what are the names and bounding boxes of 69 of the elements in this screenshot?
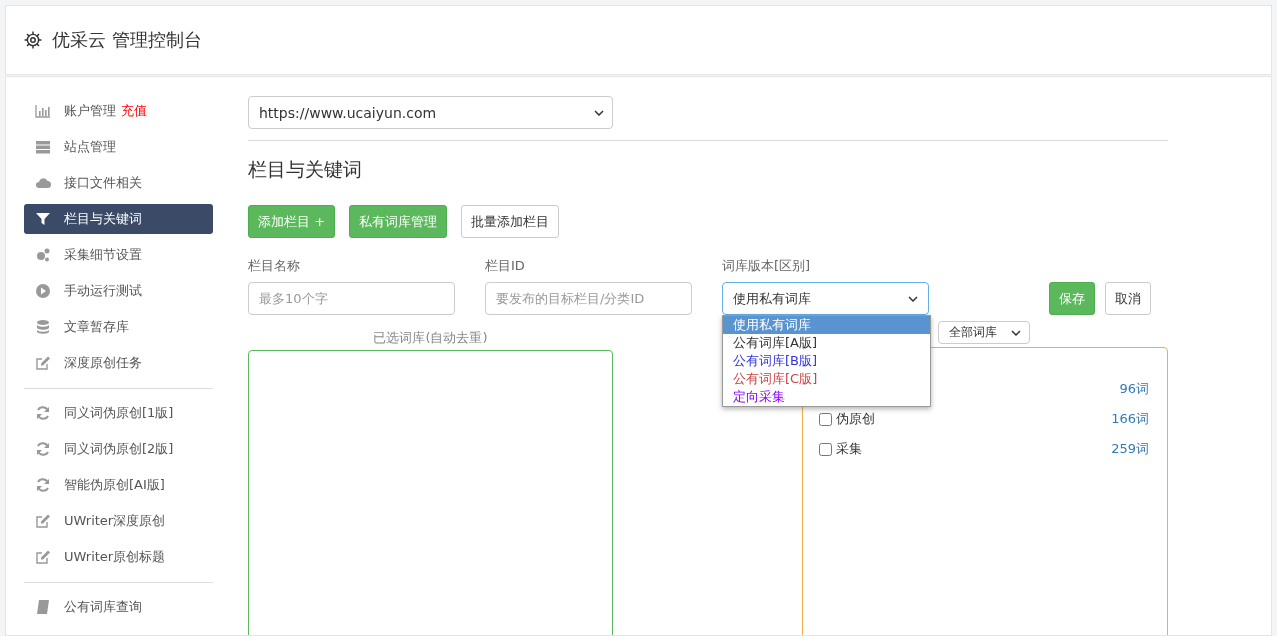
- sidebar-item[interactable]: 同义词伪原创[2版]: [24, 434, 213, 464]
- sidebar-item-label: 智能伪原创[AI版]: [64, 476, 165, 494]
- sidebar-item-label: 采集细节设置: [64, 246, 142, 264]
- sidebar-item-label: 站点管理: [64, 138, 116, 156]
- sidebar-item[interactable]: 同义词伪原创[1版]: [24, 398, 213, 428]
- library-name: 伪原创: [836, 410, 875, 428]
- refresh-icon: [35, 405, 51, 421]
- word-count: 96词: [1119, 380, 1149, 398]
- dropdown-option[interactable]: 定向采集: [723, 388, 930, 406]
- input-field[interactable]: 要发布的目标栏目/分类ID: [485, 282, 692, 315]
- filter-icon: [35, 211, 51, 227]
- server-icon: [35, 139, 51, 155]
- sidebar-item[interactable]: 手动运行测试: [24, 276, 213, 306]
- selected-library-label: 已选词库(自动去重): [373, 329, 488, 347]
- edit-icon: [35, 355, 51, 371]
- library-name: 采集: [836, 440, 862, 458]
- library-checkbox[interactable]: [819, 412, 832, 426]
- field-label: 词库版本[区别]: [722, 257, 812, 275]
- sidebar-item[interactable]: 文章暂存库: [24, 312, 213, 342]
- sidebar-item-label: 接口文件相关: [64, 174, 142, 192]
- sidebar-item-label: UWriter原创标题: [64, 548, 166, 566]
- site-select[interactable]: https://www.ucaiyun.com: [248, 96, 613, 129]
- refresh-icon: [35, 477, 51, 493]
- word-count: 166词: [1111, 410, 1149, 428]
- input-field[interactable]: 最多10个字: [248, 282, 455, 315]
- sidebar-item[interactable]: UWriter深度原创: [24, 506, 213, 536]
- sidebar-item[interactable]: 深度原创任务: [24, 348, 213, 378]
- library-checkbox[interactable]: [819, 442, 832, 456]
- sidebar-item[interactable]: 接口文件相关: [24, 168, 213, 198]
- caret-icon: [1011, 329, 1021, 336]
- sidebar-item-label: 公有词库查询: [64, 598, 142, 616]
- sidebar-item[interactable]: UWriter原创标题: [24, 542, 213, 572]
- caret-icon: [908, 295, 918, 302]
- dropdown-option[interactable]: 公有词库[C版]: [723, 370, 930, 388]
- settings-icon: [24, 31, 42, 49]
- sidebar-item[interactable]: 智能伪原创[AI版]: [24, 470, 213, 500]
- sidebar-item[interactable]: 账户管理 充值: [24, 96, 213, 126]
- sidebar-item[interactable]: 采集细节设置: [24, 240, 213, 270]
- sidebar-item[interactable]: 栏目与关键词: [24, 204, 213, 234]
- sidebar-item-label: 账户管理: [64, 102, 116, 120]
- dropdown-option[interactable]: 公有词库[A版]: [723, 334, 930, 352]
- sidebar-item-label: 同义词伪原创[2版]: [64, 440, 174, 458]
- console-title: 优采云 管理控制台: [52, 28, 202, 52]
- sidebar-item-label: UWriter深度原创: [64, 512, 166, 530]
- sidebar-item-label: 深度原创任务: [64, 354, 142, 372]
- refresh-icon: [35, 441, 51, 457]
- field-label: 栏目名称: [248, 257, 301, 275]
- cancel-button[interactable]: 取消: [1105, 282, 1151, 315]
- edit-icon: [35, 513, 51, 529]
- sidebar-item[interactable]: 站点管理: [24, 132, 213, 162]
- sidebar-item-label: 同义词伪原创[1版]: [64, 404, 174, 422]
- section-title: 栏目与关键词: [248, 157, 363, 182]
- action-button[interactable]: 批量添加栏目: [461, 205, 560, 238]
- sidebar-item-label: 栏目与关键词: [64, 210, 142, 228]
- sidebar-item-label: 文章暂存库: [64, 318, 129, 336]
- caret-icon: [594, 109, 604, 116]
- field-label: 栏目ID: [485, 257, 526, 275]
- dropdown-option[interactable]: 公有词库[B版]: [723, 352, 930, 370]
- cloud-upload-icon: [35, 175, 51, 191]
- database-icon: [35, 319, 51, 335]
- edit-icon: [35, 549, 51, 565]
- play-icon: [35, 283, 51, 299]
- library-version-select[interactable]: 使用私有词库: [722, 282, 929, 315]
- bar-chart-icon: [35, 103, 51, 119]
- sidebar-item[interactable]: 公有词库查询: [24, 592, 213, 622]
- library-filter-select[interactable]: 全部词库: [938, 321, 1030, 344]
- sidebar-item-label: 手动运行测试: [64, 282, 142, 300]
- word-count: 259词: [1111, 440, 1149, 458]
- recharge-link[interactable]: 充值: [121, 102, 147, 120]
